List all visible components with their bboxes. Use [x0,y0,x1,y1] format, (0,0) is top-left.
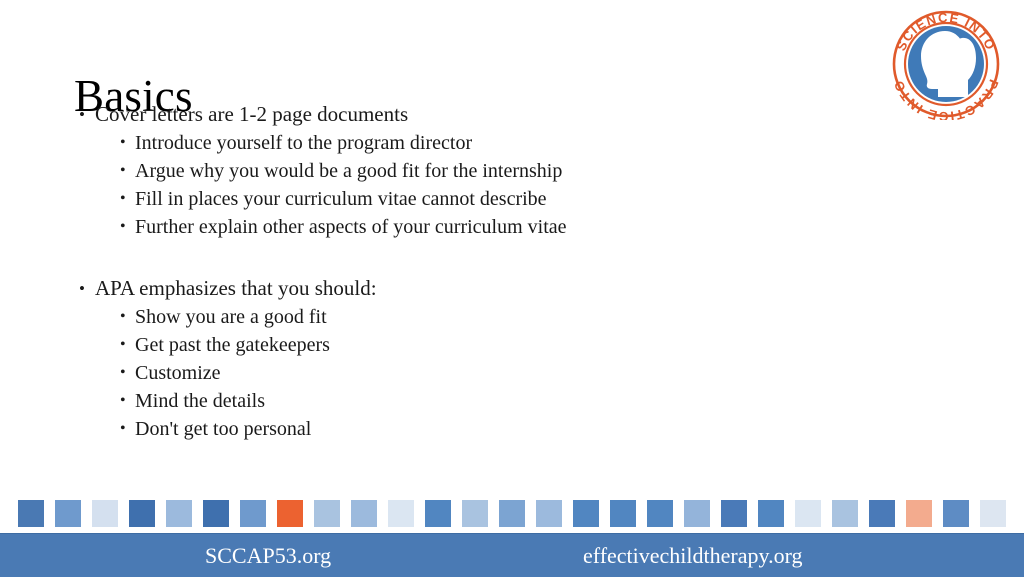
bullet-text: Show you are a good fit [135,306,327,328]
bullet-dot-icon: • [120,162,126,179]
bullet-text: Mind the details [135,390,265,412]
bullet-level2: • Customize [74,359,874,387]
bullet-dot-icon: • [120,308,126,325]
decor-square [906,500,932,527]
decor-square [684,500,710,527]
bullet-level1: • Cover letters are 1-2 page documents [74,100,874,129]
decor-square [351,500,377,527]
bullet-level2: • Argue why you would be a good fit for t… [74,157,874,185]
bullet-level2: • Introduce yourself to the program direc… [74,129,874,157]
bullet-text: Further explain other aspects of your cu… [135,216,567,238]
bullet-text: Fill in places your curriculum vitae can… [135,188,547,210]
decor-square [277,500,303,527]
decor-square [240,500,266,527]
decorative-square-band [0,500,1024,528]
content-body: • Cover letters are 1-2 page documents • I… [74,100,874,443]
decor-square [203,500,229,527]
decor-square [832,500,858,527]
decor-square [425,500,451,527]
bullet-level2: • Show you are a good fit [74,303,874,331]
decor-square [573,500,599,527]
decor-square [55,500,81,527]
bullet-level2: • Fill in places your curriculum vitae ca… [74,185,874,213]
decor-square [388,500,414,527]
slide: SCIENCE INTO PRACTICE INTO Basics • Cover… [0,0,1024,577]
bullet-dot-icon: • [120,420,126,437]
decor-square [610,500,636,527]
decor-square [647,500,673,527]
decor-square [166,500,192,527]
decor-square [92,500,118,527]
decor-square [721,500,747,527]
bullet-dot-icon: • [120,364,126,381]
science-into-practice-logo: SCIENCE INTO PRACTICE INTO [888,8,1004,120]
decor-square [129,500,155,527]
decor-square [18,500,44,527]
decor-square [536,500,562,527]
footer-right-url[interactable]: effectivechildtherapy.org [583,542,803,570]
bullet-level2: • Mind the details [74,387,874,415]
bullet-text: Don't get too personal [135,418,312,440]
decor-square [943,500,969,527]
bullet-dot-icon: • [120,134,126,151]
bullet-dot-icon: • [120,336,126,353]
bullet-block: • Cover letters are 1-2 page documents • I… [74,100,874,241]
bullet-text: APA emphasizes that you should: [95,276,377,300]
bullet-text: Cover letters are 1-2 page documents [95,102,409,126]
decor-square [869,500,895,527]
bullet-level2: • Don't get too personal [74,415,874,443]
footer-left-url[interactable]: SCCAP53.org [205,542,331,570]
bullet-block: • APA emphasizes that you should: • Show y… [74,274,874,443]
bullet-level2: • Get past the gatekeepers [74,331,874,359]
decor-square [980,500,1006,527]
bullet-dot-icon: • [120,190,126,207]
decor-square [795,500,821,527]
bullet-level1: • APA emphasizes that you should: [74,274,874,303]
bullet-dot-icon: • [79,279,85,298]
decor-square [462,500,488,527]
bullet-text: Customize [135,362,221,384]
bullet-text: Argue why you would be a good fit for th… [135,160,563,182]
bullet-dot-icon: • [120,218,126,235]
bullet-level2: • Further explain other aspects of your c… [74,213,874,241]
bullet-text: Introduce yourself to the program direct… [135,132,473,154]
decor-square [314,500,340,527]
bullet-dot-icon: • [79,105,85,124]
bullet-text: Get past the gatekeepers [135,334,330,356]
footer-bar: SCCAP53.org effectivechildtherapy.org [0,533,1024,577]
decor-square [499,500,525,527]
decor-square [758,500,784,527]
bullet-dot-icon: • [120,392,126,409]
